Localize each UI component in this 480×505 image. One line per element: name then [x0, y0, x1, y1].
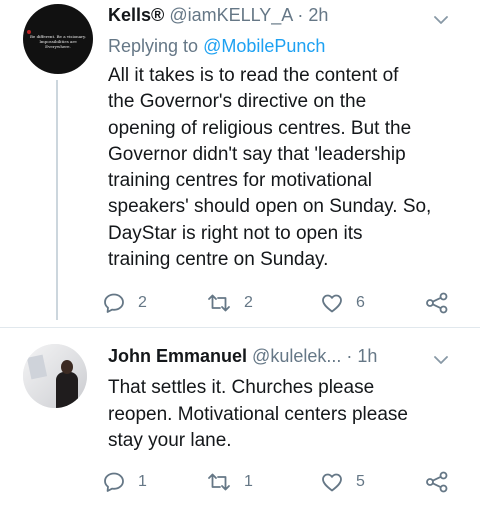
timestamp[interactable]: 1h	[357, 346, 377, 366]
avatar[interactable]: Be different. Be a visionary. Impossibil…	[23, 4, 93, 74]
user-handle[interactable]: @iamKELLY_A	[169, 5, 292, 25]
replying-prefix: Replying to	[108, 36, 199, 56]
tweet-text-line: training centres for motivational	[108, 170, 373, 192]
avatar-person	[56, 372, 78, 408]
reply-button[interactable]: 2	[102, 289, 147, 317]
avatar-text: Be different. Be a visionary. Impossibil…	[29, 34, 87, 49]
retweet-icon	[206, 291, 232, 315]
tweet-text-line: the Governor's directive on the	[108, 91, 367, 113]
tweet-actions: 2 2 6	[102, 289, 472, 317]
retweet-button[interactable]: 2	[206, 289, 253, 317]
heart-icon	[320, 470, 344, 494]
chevron-down-icon[interactable]	[434, 352, 448, 364]
reply-button[interactable]: 1	[102, 468, 147, 496]
avatar-head	[61, 360, 73, 374]
display-name[interactable]: John Emmanuel	[108, 346, 247, 366]
tweet-text-line: That settles it. Churches please	[108, 377, 375, 398]
user-handle[interactable]: @kulelek...	[252, 346, 341, 366]
share-button[interactable]	[424, 468, 450, 496]
separator-dot: ·	[346, 346, 353, 366]
retweet-count: 1	[244, 473, 253, 490]
separator-dot: ·	[297, 5, 304, 25]
tweet-text-line: speakers' should open on Sunday. So,	[108, 196, 432, 218]
tweet-text-line: Governor didn't say that 'leadership	[108, 143, 406, 165]
tweet-actions: 1 1 5	[102, 468, 472, 496]
reply-icon	[102, 291, 126, 315]
tweet-text-line: stay your lane.	[108, 430, 232, 451]
like-count: 6	[356, 294, 365, 311]
reply-icon	[102, 470, 126, 494]
timestamp[interactable]: 2h	[308, 5, 328, 25]
tweet-text-line: All it takes is to read the content of	[108, 65, 399, 86]
chevron-down-icon[interactable]	[434, 12, 448, 24]
reply-count: 2	[138, 294, 147, 311]
tweet-text-line: opening of religious centres. But the	[108, 117, 412, 139]
replying-handle-link[interactable]: @MobilePunch	[203, 36, 325, 56]
display-name[interactable]: Kells®	[108, 5, 164, 25]
tweet[interactable]: Be different. Be a visionary. Impossibil…	[0, 0, 480, 328]
tweet-text: All it takes is to read the content of t…	[108, 63, 458, 273]
like-button[interactable]: 5	[320, 468, 365, 496]
share-icon	[424, 470, 450, 494]
retweet-count: 2	[244, 294, 253, 311]
avatar[interactable]	[23, 344, 87, 408]
tweet-text-line: DayStar is right not to open its	[108, 222, 363, 244]
tweet-header: Kells® @iamKELLY_A · 2h	[108, 2, 328, 28]
like-count: 5	[356, 473, 365, 490]
share-icon	[424, 291, 450, 315]
heart-icon	[320, 291, 344, 315]
thread-line	[56, 80, 58, 320]
share-button[interactable]	[424, 289, 450, 317]
reply-count: 1	[138, 473, 147, 490]
like-button[interactable]: 6	[320, 289, 365, 317]
replying-to: Replying to @MobilePunch	[108, 33, 325, 59]
tweet-text-line: reopen. Motivational centers please	[108, 403, 408, 425]
retweet-icon	[206, 470, 232, 494]
retweet-button[interactable]: 1	[206, 468, 253, 496]
tweet-text-line: training centre on Sunday.	[108, 249, 329, 271]
tweet[interactable]: John Emmanuel @kulelek... · 1h That sett…	[0, 328, 480, 505]
tweet-header: John Emmanuel @kulelek... · 1h	[108, 343, 377, 369]
tweet-text: That settles it. Churches please reopen.…	[108, 375, 458, 455]
